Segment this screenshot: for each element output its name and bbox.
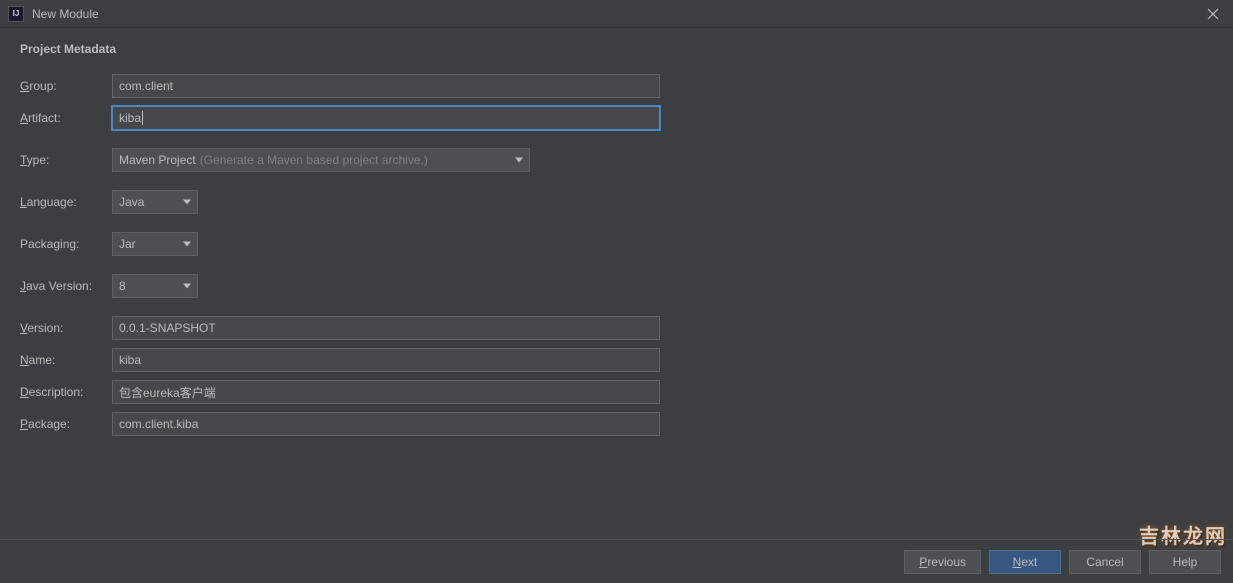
group-input[interactable] [112,74,660,98]
dialog-footer: Previous Next Cancel Help [0,539,1233,583]
label-name: Name: [20,353,112,367]
titlebar: IJ New Module [0,0,1233,28]
section-title: Project Metadata [20,42,1213,56]
cancel-button[interactable]: Cancel [1069,550,1141,574]
name-input[interactable] [112,348,660,372]
close-icon[interactable] [1201,2,1225,26]
artifact-input[interactable]: kiba [112,106,660,130]
label-java-version: Java Version: [20,279,112,293]
type-select[interactable]: Maven Project (Generate a Maven based pr… [112,148,530,172]
row-version: Version: [20,316,1213,340]
row-artifact: Artifact: kiba [20,106,1213,130]
chevron-down-icon [183,284,191,289]
label-package: Package: [20,417,112,431]
label-language: Language: [20,195,112,209]
label-packaging: Packaging: [20,237,112,251]
row-group: Group: [20,74,1213,98]
row-java-version: Java Version: 8 [20,274,1213,298]
packaging-select[interactable]: Jar [112,232,198,256]
description-input[interactable] [112,380,660,404]
row-type: Type: Maven Project (Generate a Maven ba… [20,148,1213,172]
help-button[interactable]: Help [1149,550,1221,574]
language-select[interactable]: Java [112,190,198,214]
chevron-down-icon [183,200,191,205]
app-icon: IJ [8,6,24,22]
label-description: Description: [20,385,112,399]
version-input[interactable] [112,316,660,340]
label-type: Type: [20,153,112,167]
label-group: Group: [20,79,112,93]
java-version-select[interactable]: 8 [112,274,198,298]
next-button[interactable]: Next [989,550,1061,574]
row-description: Description: [20,380,1213,404]
label-version: Version: [20,321,112,335]
label-artifact: Artifact: [20,111,112,125]
previous-button[interactable]: Previous [904,550,981,574]
row-language: Language: Java [20,190,1213,214]
dialog-content: Project Metadata Group: Artifact: kiba T… [0,28,1233,458]
chevron-down-icon [183,242,191,247]
row-packaging: Packaging: Jar [20,232,1213,256]
chevron-down-icon [515,158,523,163]
package-input[interactable] [112,412,660,436]
row-name: Name: [20,348,1213,372]
row-package: Package: [20,412,1213,436]
text-caret [142,111,143,125]
window-title: New Module [32,7,1201,21]
